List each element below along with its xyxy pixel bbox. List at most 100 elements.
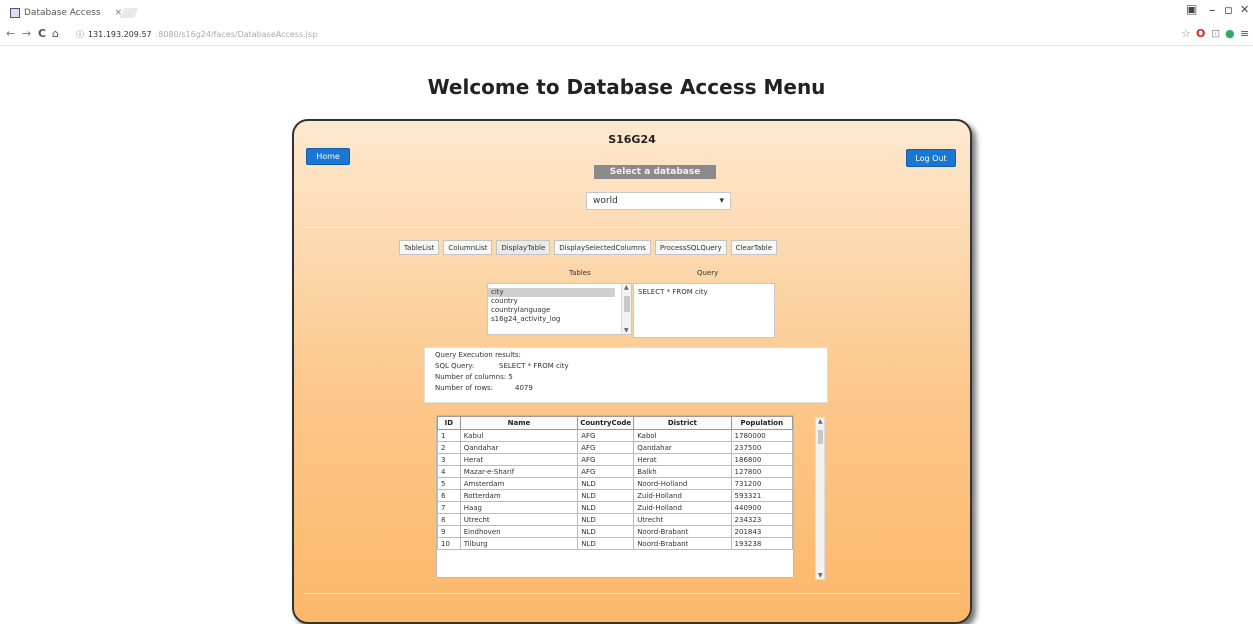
cell-id: 3 bbox=[437, 453, 461, 466]
browser-tab-title: Database Access bbox=[24, 8, 101, 18]
bookmark-star-icon[interactable]: ☆ bbox=[1181, 27, 1191, 40]
tab-tablelist[interactable]: TableList bbox=[399, 240, 440, 255]
columns-count-value: 5 bbox=[508, 373, 513, 381]
table-row: 5 Amsterdam NLD Noord-Holland 731200 bbox=[437, 477, 793, 490]
cell-district: Utrecht bbox=[633, 513, 732, 526]
cell-countrycode: NLD bbox=[577, 513, 635, 526]
cell-district: Zuid-Holland bbox=[633, 489, 732, 502]
table-row: 9 Eindhoven NLD Noord-Brabant 201843 bbox=[437, 525, 793, 538]
cell-id: 7 bbox=[437, 501, 461, 514]
cell-countrycode: AFG bbox=[577, 429, 635, 442]
results-table: ID Name CountryCode District Population … bbox=[437, 416, 793, 550]
sql-query-value: SELECT * FROM city bbox=[499, 362, 569, 370]
cell-id: 8 bbox=[437, 513, 461, 526]
close-window-icon[interactable]: ✕ bbox=[1240, 3, 1249, 16]
tables-label: Tables bbox=[569, 269, 591, 277]
cell-population: 731200 bbox=[730, 477, 793, 490]
tab-cleartable[interactable]: ClearTable bbox=[730, 240, 778, 255]
column-header-id: ID bbox=[437, 416, 461, 430]
scroll-up-icon[interactable]: ▲ bbox=[624, 284, 629, 291]
cell-name: Rotterdam bbox=[459, 489, 579, 502]
column-header-name: Name bbox=[459, 416, 579, 430]
listbox-scrollbar[interactable]: ▲ ▼ bbox=[621, 284, 631, 334]
table-row: 1 Kabul AFG Kabol 1780000 bbox=[437, 429, 793, 442]
cell-district: Zuid-Holland bbox=[633, 501, 732, 514]
tab-displaytable[interactable]: DisplayTable bbox=[496, 240, 551, 255]
table-row: 6 Rotterdam NLD Zuid-Holland 593321 bbox=[437, 489, 793, 502]
cell-population: 237500 bbox=[730, 441, 793, 454]
scroll-thumb[interactable] bbox=[624, 296, 630, 312]
url-host: 131.193.209.57 bbox=[88, 30, 152, 39]
cell-population: 440900 bbox=[730, 501, 793, 514]
divider bbox=[304, 227, 960, 228]
list-item[interactable]: s16g24_activity_log bbox=[488, 315, 615, 324]
maximize-icon[interactable]: ▫ bbox=[1224, 3, 1233, 18]
scroll-up-icon[interactable]: ▲ bbox=[818, 418, 823, 425]
rows-count-value: 4079 bbox=[515, 384, 533, 392]
cell-name: Mazar-e-Sharif bbox=[459, 465, 579, 478]
favicon-icon bbox=[10, 8, 20, 18]
list-item[interactable]: countrylanguage bbox=[488, 306, 615, 315]
chevron-down-icon: ▾ bbox=[719, 196, 724, 206]
cell-district: Qandahar bbox=[633, 441, 732, 454]
cell-population: 186800 bbox=[730, 453, 793, 466]
new-tab-button[interactable] bbox=[120, 8, 138, 18]
extension-icon[interactable]: ⊡ bbox=[1211, 27, 1220, 40]
scroll-down-icon[interactable]: ▼ bbox=[818, 572, 823, 579]
table-row: 7 Haag NLD Zuid-Holland 440900 bbox=[437, 501, 793, 514]
reload-icon[interactable]: C bbox=[38, 27, 46, 40]
cell-countrycode: AFG bbox=[577, 465, 635, 478]
cell-name: Amsterdam bbox=[459, 477, 579, 490]
cell-countrycode: NLD bbox=[577, 489, 635, 502]
cell-name: Eindhoven bbox=[459, 525, 579, 538]
cell-district: Noord-Brabant bbox=[633, 525, 732, 538]
browser-tab[interactable]: Database Access × bbox=[4, 4, 134, 22]
tab-processsqlquery[interactable]: ProcessSQLQuery bbox=[654, 240, 727, 255]
forward-icon[interactable]: → bbox=[22, 27, 31, 40]
tab-columnlist[interactable]: ColumnList bbox=[443, 240, 493, 255]
minimize-icon[interactable]: – bbox=[1209, 3, 1216, 18]
list-item[interactable]: city bbox=[488, 288, 615, 297]
cell-countrycode: NLD bbox=[577, 501, 635, 514]
cell-district: Kabol bbox=[633, 429, 732, 442]
table-row: 8 Utrecht NLD Utrecht 234323 bbox=[437, 513, 793, 526]
home-icon[interactable]: ⌂ bbox=[52, 27, 59, 40]
extension-circle-icon[interactable]: ● bbox=[1225, 27, 1235, 40]
cell-name: Herat bbox=[459, 453, 579, 466]
browser-menu-icon[interactable]: ≡ bbox=[1240, 27, 1249, 40]
tab-displayselectedcolumns[interactable]: DisplaySelectedColumns bbox=[554, 240, 651, 255]
cell-id: 9 bbox=[437, 525, 461, 538]
cell-countrycode: AFG bbox=[577, 453, 635, 466]
cell-name: Utrecht bbox=[459, 513, 579, 526]
back-icon[interactable]: ← bbox=[6, 27, 15, 40]
sql-query-label: SQL Query: bbox=[435, 362, 475, 370]
logout-button[interactable]: Log Out bbox=[906, 149, 956, 167]
profile-icon[interactable]: ▣ bbox=[1186, 2, 1197, 16]
cell-countrycode: NLD bbox=[577, 525, 635, 538]
scroll-down-icon[interactable]: ▼ bbox=[624, 327, 629, 334]
table-scrollbar[interactable]: ▲ ▼ bbox=[815, 417, 825, 580]
list-item[interactable]: country bbox=[488, 297, 615, 306]
cell-name: Qandahar bbox=[459, 441, 579, 454]
home-button[interactable]: Home bbox=[306, 148, 350, 165]
query-textarea[interactable]: SELECT * FROM city bbox=[633, 283, 775, 338]
rows-count-label: Number of rows: bbox=[435, 384, 494, 392]
opera-icon[interactable]: O bbox=[1196, 27, 1205, 40]
cell-name: Haag bbox=[459, 501, 579, 514]
page-info-icon: ⓘ bbox=[76, 30, 84, 39]
cell-countrycode: NLD bbox=[577, 537, 635, 550]
scroll-thumb[interactable] bbox=[818, 430, 823, 444]
database-selected-value: world bbox=[593, 196, 618, 206]
page-title: Welcome to Database Access Menu bbox=[427, 75, 826, 99]
database-select[interactable]: world ▾ bbox=[586, 192, 731, 210]
cell-id: 5 bbox=[437, 477, 461, 490]
cell-population: 193238 bbox=[730, 537, 793, 550]
action-tabs: TableList ColumnList DisplayTable Displa… bbox=[399, 240, 778, 255]
url-field[interactable]: ⓘ 131.193.209.57:8080/s16g24/faces/Datab… bbox=[76, 27, 1216, 42]
cell-name: Kabul bbox=[459, 429, 579, 442]
cell-district: Herat bbox=[633, 453, 732, 466]
divider bbox=[304, 593, 960, 594]
select-database-label: Select a database bbox=[594, 165, 716, 179]
tables-listbox[interactable]: city country countrylanguage s16g24_acti… bbox=[487, 283, 632, 335]
query-label: Query bbox=[697, 269, 719, 277]
